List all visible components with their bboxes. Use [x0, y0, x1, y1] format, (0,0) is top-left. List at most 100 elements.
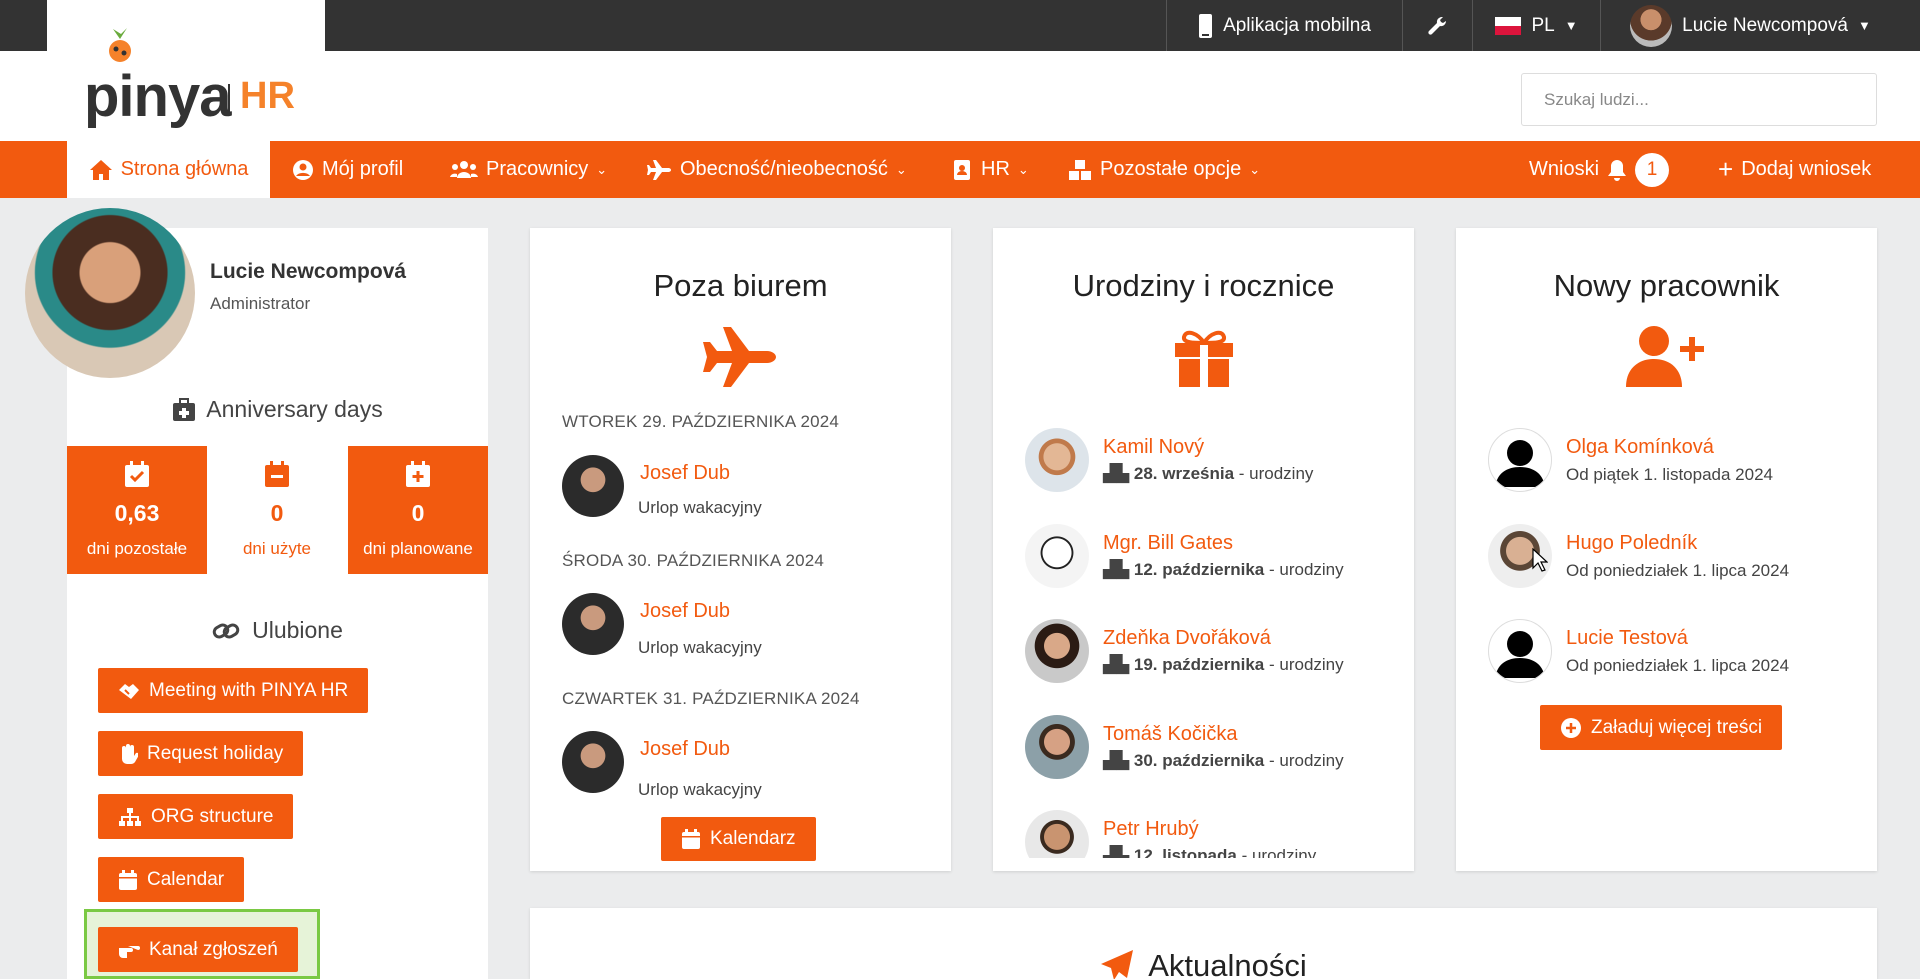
users-icon	[450, 160, 478, 178]
ooo-name-1[interactable]: Josef Dub	[640, 462, 730, 485]
profile-avatar	[25, 208, 195, 378]
calendar-icon	[119, 869, 137, 890]
main-nav: Strona główna Mój profil Pracownicy ⌄ Ob…	[0, 141, 1920, 198]
calendar-button-label: Kalendarz	[710, 828, 796, 849]
nav-home-label: Strona główna	[120, 158, 249, 180]
hand-icon	[122, 743, 138, 764]
nav-employees-label: Pracownicy	[486, 158, 589, 180]
plus-circle-icon	[1561, 717, 1581, 738]
user-avatar	[1630, 4, 1673, 47]
bell-icon	[1608, 159, 1627, 181]
requests-count-badge: 1	[1635, 152, 1670, 187]
load-more-button[interactable]: Załaduj więcej treści	[1540, 705, 1783, 750]
new-employee-title: Nowy pracownik	[1553, 268, 1780, 303]
nav-requests-label: Wnioski	[1529, 158, 1600, 180]
birthday-name-3[interactable]: Zdeňka Dvořáková	[1103, 627, 1271, 650]
people-search-input[interactable]	[1521, 73, 1877, 126]
handshake-icon	[119, 683, 139, 699]
birthday-date-1: 28. września	[1133, 464, 1235, 483]
nav-attendance[interactable]: Obecność/nieobecność ⌄	[646, 141, 907, 198]
favorite-meeting-button[interactable]: Meeting with PINYA HR	[98, 668, 369, 713]
user-menu[interactable]: Lucie Newcompová ▼	[1600, 0, 1900, 51]
nav-profile[interactable]: Mój profil	[292, 141, 403, 198]
contact-book-icon	[954, 159, 970, 180]
birthdays-list: Kamil Nový ▟▙ 28. września - urodziny Mg…	[993, 228, 1414, 871]
favorite-org-button[interactable]: ORG structure	[98, 794, 294, 839]
stat-remaining-label: dni pozostałe	[86, 539, 188, 558]
hand-pointer-icon	[119, 945, 140, 958]
favorite-calendar-button[interactable]: Calendar	[98, 857, 245, 902]
new-employee-since-1: Od piątek 1. listopada 2024	[1566, 465, 1773, 484]
home-icon	[89, 159, 112, 180]
birthday-date-3: 19. października	[1133, 655, 1265, 674]
stat-planned-value: 0	[411, 500, 425, 526]
birthday-name-4[interactable]: Tomáš Kočička	[1103, 723, 1238, 746]
birthday-date-row-4: ▟▙ 30. października - urodziny	[1103, 751, 1344, 771]
mobile-app-link[interactable]: Aplikacja mobilna	[1166, 0, 1402, 51]
cake-icon: ▟▙	[1103, 751, 1134, 770]
birthday-avatar-2	[1025, 524, 1089, 588]
caret-down-icon: ▼	[1564, 18, 1578, 33]
profile-role: Administrator	[210, 294, 311, 313]
plus-icon: +	[1718, 154, 1734, 184]
calendar-button[interactable]: Kalendarz	[661, 817, 816, 861]
news-title: Aktualności	[1148, 948, 1307, 979]
profile-name: Lucie Newcompová	[210, 260, 407, 283]
favorite-ticket-channel-button[interactable]: Kanał zgłoszeń	[98, 927, 298, 972]
favorites-heading: Ulubione	[67, 617, 488, 644]
ooo-type-1: Urlop wakacyjny	[638, 498, 762, 517]
chevron-down-icon: ⌄	[895, 161, 907, 177]
birthday-date-row-2: ▟▙ 12. października - urodziny	[1103, 560, 1344, 580]
birthday-name-5[interactable]: Petr Hrubý	[1103, 818, 1199, 841]
nav-requests[interactable]: Wnioski 1	[1529, 141, 1670, 198]
cubes-icon	[1069, 159, 1091, 180]
ooo-name-2[interactable]: Josef Dub	[640, 600, 730, 623]
language-selector[interactable]: PL ▼	[1472, 0, 1600, 51]
new-employee-avatar-1	[1488, 428, 1552, 492]
logo-hr-text: HR	[240, 75, 295, 117]
nav-other[interactable]: Pozostałe opcje ⌄	[1068, 141, 1260, 198]
new-employee-name-1[interactable]: Olga Komínková	[1566, 436, 1714, 459]
nav-home[interactable]: Strona główna	[67, 141, 270, 198]
nav-add-request[interactable]: + Dodaj wniosek	[1718, 141, 1871, 198]
language-label: PL	[1531, 14, 1555, 36]
new-employee-since-3: Od poniedziałek 1. lipca 2024	[1566, 656, 1790, 675]
phone-icon	[1199, 13, 1213, 38]
news-heading: Aktualności	[530, 948, 1877, 979]
default-user-icon	[1495, 631, 1545, 678]
paper-plane-icon	[1101, 950, 1134, 979]
birthday-avatar-4	[1025, 715, 1089, 779]
stat-used-value: 0	[270, 500, 284, 526]
new-employee-name-2[interactable]: Hugo Poledník	[1566, 532, 1697, 555]
ooo-name-3[interactable]: Josef Dub	[640, 738, 730, 761]
favorite-calendar-label: Calendar	[147, 868, 225, 890]
settings-link[interactable]	[1402, 0, 1472, 51]
caret-down-icon: ▼	[1857, 18, 1871, 33]
new-employee-name-3[interactable]: Lucie Testová	[1566, 627, 1688, 650]
birthday-name-1[interactable]: Kamil Nový	[1103, 436, 1204, 459]
nav-employees[interactable]: Pracownicy ⌄	[450, 141, 607, 198]
calendar-minus-icon	[265, 461, 289, 487]
plane-icon	[703, 327, 776, 387]
chevron-down-icon: ⌄	[1249, 161, 1261, 177]
plane-icon	[647, 159, 671, 180]
user-plus-icon	[1626, 326, 1704, 387]
calendar-check-icon	[125, 461, 149, 487]
favorite-holiday-label: Request holiday	[147, 742, 284, 764]
birthday-date-row-1: ▟▙ 28. września - urodziny	[1103, 464, 1313, 484]
calendar-icon	[682, 829, 700, 849]
ooo-date-2: ŚRODA 30. PAŹDZIERNIKA 2024	[562, 551, 825, 570]
medical-bag-icon	[173, 397, 196, 421]
anniversary-title: Anniversary days	[206, 396, 383, 422]
birthday-name-2[interactable]: Mgr. Bill Gates	[1103, 532, 1233, 555]
birthday-date-2: 12. października	[1133, 560, 1265, 579]
ooo-date-1: WTOREK 29. PAŹDZIERNIKA 2024	[562, 412, 840, 431]
birthday-suffix-2: - urodziny	[1264, 560, 1344, 579]
stat-planned-label: dni planowane	[363, 539, 473, 558]
nav-hr[interactable]: HR ⌄	[953, 141, 1029, 198]
ooo-avatar-3	[562, 731, 624, 793]
logo-divider	[228, 84, 230, 114]
favorite-holiday-button[interactable]: Request holiday	[98, 731, 304, 776]
nav-attendance-label: Obecność/nieobecność	[680, 158, 888, 180]
out-of-office-card: Poza biurem WTOREK 29. PAŹDZIERNIKA 2024…	[530, 228, 951, 871]
